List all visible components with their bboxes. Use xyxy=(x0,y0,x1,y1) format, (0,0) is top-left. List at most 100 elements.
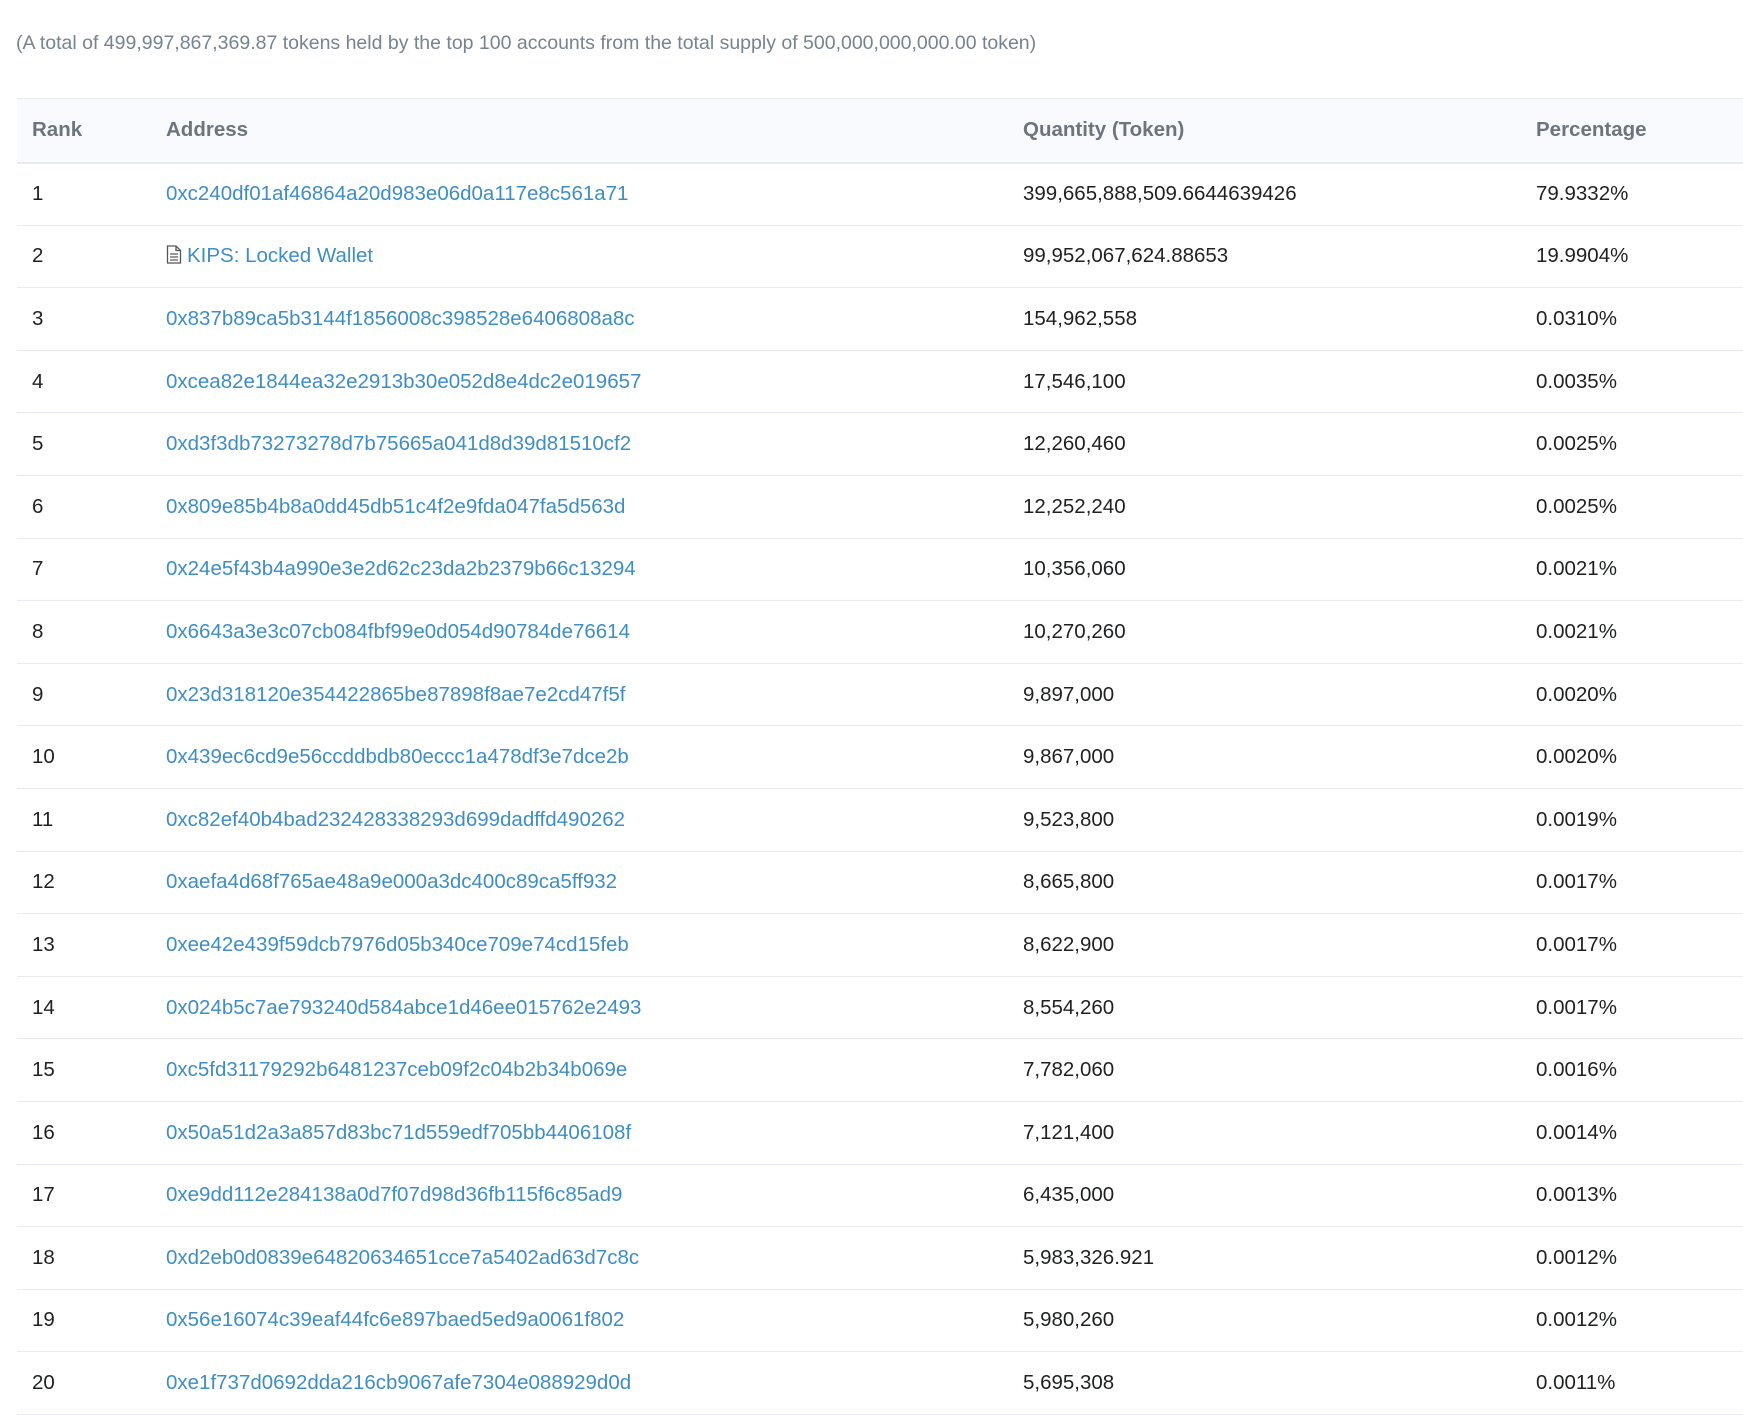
rank-cell: 12 xyxy=(32,870,55,894)
rank-cell: 11 xyxy=(32,807,54,831)
percentage-cell: 0.0025% xyxy=(1536,432,1617,456)
address-cell: 0xee42e439f59dcb7976d05b340ce709e74cd15f… xyxy=(151,914,1008,977)
address-label: 0xd2eb0d0839e64820634651cce7a5402ad63d7c… xyxy=(166,1245,640,1269)
address-link[interactable]: 0xaefa4d68f765ae48a9e000a3dc400c89ca5ff9… xyxy=(166,870,617,893)
address-link[interactable]: 0xe1f737d0692dda216cb9067afe7304e088929d… xyxy=(166,1371,631,1394)
address-label: 0xc240df01af46864a20d983e06d0a117e8c561a… xyxy=(166,182,629,206)
address-link[interactable]: 0x6643a3e3c07cb084fbf99e0d054d90784de766… xyxy=(166,620,630,643)
address-cell: 0xe9dd112e284138a0d7f07d98d36fb115f6c85a… xyxy=(151,1164,1008,1227)
rank-cell: 14 xyxy=(32,995,55,1019)
address-cell: 0x439ec6cd9e56ccddbdb80eccc1a478df3e7dce… xyxy=(151,726,1008,789)
table-row: 6 0x809e85b4b8a0dd45db51c4f2e9fda047fa5d5… xyxy=(17,475,1743,539)
rank-cell: 13 xyxy=(32,932,55,956)
address-link[interactable]: 0x56e16074c39eaf44fc6e897baed5ed9a0061f8… xyxy=(166,1308,624,1331)
address-link[interactable]: 0xcea82e1844ea32e2913b30e052d8e4dc2e0196… xyxy=(166,370,641,393)
percentage-cell: 0.0011% xyxy=(1536,1371,1616,1395)
rank-cell: 18 xyxy=(32,1245,55,1269)
address-label: 0x439ec6cd9e56ccddbdb80eccc1a478df3e7dce… xyxy=(166,745,629,769)
address-label: 0x56e16074c39eaf44fc6e897baed5ed9a0061f8… xyxy=(166,1308,625,1332)
address-cell: 0x809e85b4b8a0dd45db51c4f2e9fda047fa5d56… xyxy=(151,475,1008,538)
header-address: Address xyxy=(166,118,249,142)
address-link[interactable]: 0x50a51d2a3a857d83bc71d559edf705bb440610… xyxy=(166,1121,631,1144)
percentage-cell: 0.0021% xyxy=(1536,619,1617,643)
table-row: 20 0xe1f737d0692dda216cb9067afe7304e08892… xyxy=(17,1352,1743,1415)
address-link[interactable]: 0x809e85b4b8a0dd45db51c4f2e9fda047fa5d56… xyxy=(166,495,625,518)
percentage-cell: 0.0016% xyxy=(1536,1058,1617,1082)
percentage-cell: 0.0025% xyxy=(1536,494,1617,518)
address-cell: 0xc240df01af46864a20d983e06d0a117e8c561a… xyxy=(151,163,1008,226)
address-cell: 0xd2eb0d0839e64820634651cce7a5402ad63d7c… xyxy=(151,1227,1008,1290)
address-link[interactable]: 0xc82ef40b4bad232428338293d699dadffd4902… xyxy=(166,808,625,831)
quantity-cell: 8,622,900 xyxy=(1023,932,1115,956)
percentage-cell: 0.0019% xyxy=(1536,807,1617,831)
table-row: 9 0x23d318120e354422865be87898f8ae7e2cd47… xyxy=(17,663,1743,726)
rank-cell: 4 xyxy=(32,369,44,393)
percentage-cell: 0.0017% xyxy=(1536,995,1617,1019)
table-row: 1 0xc240df01af46864a20d983e06d0a117e8c561… xyxy=(17,163,1743,226)
rank-cell: 9 xyxy=(32,682,44,706)
address-cell: 0xc82ef40b4bad232428338293d699dadffd4902… xyxy=(151,788,1008,851)
table-row: 4 0xcea82e1844ea32e2913b30e052d8e4dc2e019… xyxy=(17,350,1743,413)
percentage-cell: 0.0020% xyxy=(1536,682,1617,706)
address-link[interactable]: 0xe9dd112e284138a0d7f07d98d36fb115f6c85a… xyxy=(166,1183,622,1206)
address-cell: 0xcea82e1844ea32e2913b30e052d8e4dc2e0196… xyxy=(151,350,1008,413)
header-rank: Rank xyxy=(32,118,83,142)
table-row: 10 0x439ec6cd9e56ccddbdb80eccc1a478df3e7d… xyxy=(17,726,1743,789)
rank-cell: 8 xyxy=(32,619,44,643)
rank-cell: 15 xyxy=(32,1058,55,1082)
address-label: 0x23d318120e354422865be87898f8ae7e2cd47f… xyxy=(166,682,626,706)
address-label: 0x6643a3e3c07cb084fbf99e0d054d90784de766… xyxy=(166,619,630,643)
token-holders-table: Rank Address Quantity (Token) Percentage… xyxy=(17,98,1743,1415)
address-link[interactable]: 0x439ec6cd9e56ccddbdb80eccc1a478df3e7dce… xyxy=(166,745,629,768)
quantity-cell: 6,435,000 xyxy=(1023,1183,1115,1207)
rank-cell: 7 xyxy=(32,557,44,581)
address-link[interactable]: 0x837b89ca5b3144f1856008c398528e6406808a… xyxy=(166,307,635,330)
address-link[interactable]: 0x024b5c7ae793240d584abce1d46ee015762e24… xyxy=(166,996,641,1019)
address-label: KIPS: Locked Wallet xyxy=(187,244,374,268)
rank-cell: 5 xyxy=(32,432,44,456)
table-row: 13 0xee42e439f59dcb7976d05b340ce709e74cd1… xyxy=(17,914,1743,977)
address-link[interactable]: 0x24e5f43b4a990e3e2d62c23da2b2379b66c132… xyxy=(166,557,636,580)
percentage-cell: 0.0020% xyxy=(1536,745,1617,769)
quantity-cell: 5,695,308 xyxy=(1023,1371,1115,1395)
percentage-cell: 0.0017% xyxy=(1536,870,1617,894)
rank-cell: 17 xyxy=(32,1183,55,1207)
address-label: 0xd3f3db73273278d7b75665a041d8d39d81510c… xyxy=(166,432,632,456)
address-cell: 0x837b89ca5b3144f1856008c398528e6406808a… xyxy=(151,288,1008,351)
address-cell: 0x23d318120e354422865be87898f8ae7e2cd47f… xyxy=(151,663,1008,726)
address-link[interactable]: 0xc5fd31179292b6481237ceb09f2c04b2b34b06… xyxy=(166,1058,627,1081)
address-cell: KIPS: Locked Wallet xyxy=(151,225,1008,288)
address-cell: 0xc5fd31179292b6481237ceb09f2c04b2b34b06… xyxy=(151,1039,1008,1102)
table-row: 17 0xe9dd112e284138a0d7f07d98d36fb115f6c8… xyxy=(17,1164,1743,1227)
address-link[interactable]: 0xd2eb0d0839e64820634651cce7a5402ad63d7c… xyxy=(166,1246,639,1269)
quantity-cell: 5,980,260 xyxy=(1023,1308,1115,1332)
contract-document-icon xyxy=(166,245,182,265)
address-cell: 0x24e5f43b4a990e3e2d62c23da2b2379b66c132… xyxy=(151,538,1008,601)
address-link[interactable]: 0xd3f3db73273278d7b75665a041d8d39d81510c… xyxy=(166,432,631,455)
address-link[interactable]: 0x23d318120e354422865be87898f8ae7e2cd47f… xyxy=(166,683,625,706)
address-label: 0x50a51d2a3a857d83bc71d559edf705bb440610… xyxy=(166,1120,632,1144)
quantity-cell: 12,252,240 xyxy=(1023,494,1126,518)
rank-cell: 1 xyxy=(32,182,44,206)
rank-cell: 10 xyxy=(32,745,55,769)
rank-cell: 2 xyxy=(32,244,44,268)
address-label: 0x024b5c7ae793240d584abce1d46ee015762e24… xyxy=(166,995,642,1019)
address-cell: 0xaefa4d68f765ae48a9e000a3dc400c89ca5ff9… xyxy=(151,851,1008,914)
percentage-cell: 0.0035% xyxy=(1536,369,1617,393)
address-link[interactable]: 0xee42e439f59dcb7976d05b340ce709e74cd15f… xyxy=(166,933,629,956)
address-label: 0xe9dd112e284138a0d7f07d98d36fb115f6c85a… xyxy=(166,1183,623,1207)
rank-cell: 16 xyxy=(32,1120,55,1144)
address-cell: 0x56e16074c39eaf44fc6e897baed5ed9a0061f8… xyxy=(151,1289,1008,1352)
address-label: 0x809e85b4b8a0dd45db51c4f2e9fda047fa5d56… xyxy=(166,494,626,518)
table-row: 18 0xd2eb0d0839e64820634651cce7a5402ad63d… xyxy=(17,1227,1743,1290)
address-link[interactable]: KIPS: Locked Wallet xyxy=(166,244,373,267)
quantity-cell: 99,952,067,624.88653 xyxy=(1023,244,1229,268)
address-label: 0xc82ef40b4bad232428338293d699dadffd4902… xyxy=(166,807,626,831)
quantity-cell: 7,121,400 xyxy=(1023,1120,1115,1144)
address-cell: 0x6643a3e3c07cb084fbf99e0d054d90784de766… xyxy=(151,601,1008,664)
table-row: 11 0xc82ef40b4bad232428338293d699dadffd49… xyxy=(17,788,1743,852)
address-label: 0xc5fd31179292b6481237ceb09f2c04b2b34b06… xyxy=(166,1058,628,1082)
quantity-cell: 9,897,000 xyxy=(1023,682,1115,706)
address-link[interactable]: 0xc240df01af46864a20d983e06d0a117e8c561a… xyxy=(166,182,628,205)
percentage-cell: 0.0310% xyxy=(1536,306,1617,330)
